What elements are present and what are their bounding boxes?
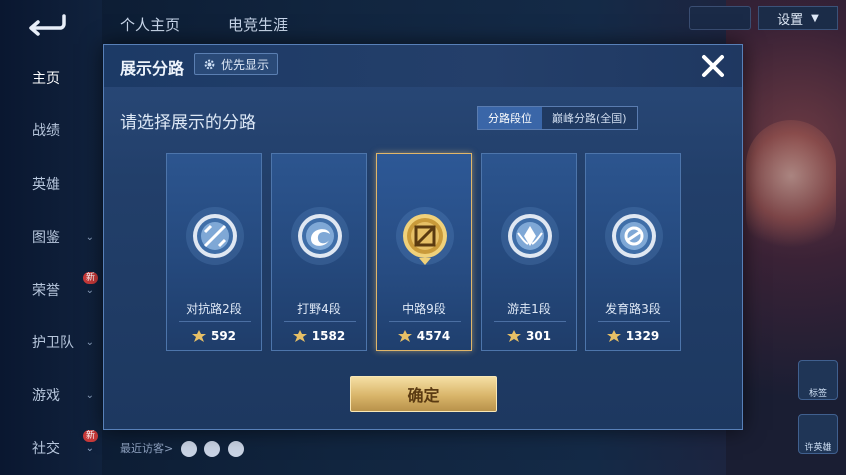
points-value: 592 [210,329,237,343]
divider [389,321,461,322]
farm-lane-emblem-icon [605,207,663,265]
right-button-tag[interactable]: 标签 [798,360,838,400]
lane-mode-switch: 分路段位 巅峰分路(全国) [477,106,638,130]
tab-profile[interactable]: 个人主页 [120,14,180,35]
avatar[interactable] [204,441,221,457]
avatar[interactable] [227,441,244,457]
lane-display-dialog: 展示分路 优先显示 请选择展示的分路 分路段位 巅峰分路(全国) 对抗路2段 59… [103,44,743,430]
points-icon [506,330,521,342]
right-button-hero[interactable]: 许英雄 [798,414,838,454]
gear-icon [204,59,215,69]
dialog-prompt: 请选择展示的分路 [120,113,256,133]
divider [284,321,356,322]
priority-display-button[interactable]: 优先显示 [194,53,279,75]
sidebar-item[interactable]: 游戏 ⌄ [0,375,102,415]
points-value: 1329 [625,329,660,343]
lane-name: 对抗路2段 [186,302,242,316]
lane-points: 301 [482,329,576,343]
sidebar-item[interactable]: 社交 ⌄ 新 [0,428,102,468]
points-icon [397,330,412,342]
lane-name: 中路9段 [402,302,446,316]
sidebar-item-label: 社交 [32,441,60,457]
lane-points: 592 [167,329,261,343]
back-arrow-icon[interactable] [24,12,70,36]
chevron-down-icon: ⌄ [85,231,94,243]
right-button-label: 标签 [808,389,827,399]
sidebar-item[interactable]: 护卫队 ⌄ [0,322,102,362]
confirm-button[interactable]: 确定 [350,376,497,412]
chevron-down-icon: ⌄ [85,284,94,296]
roam-emblem-icon [501,207,559,265]
divider [494,321,566,322]
clash-lane-emblem-icon [186,207,244,265]
jungle-emblem-icon [291,207,349,265]
lane-card[interactable]: 发育路3段 1329 [585,153,681,351]
divider [598,321,670,322]
points-value: 301 [525,329,552,343]
points-value: 4574 [416,329,451,343]
sidebar-item[interactable]: 英雄 [0,164,102,204]
right-button-label: 许英雄 [804,443,832,453]
lane-card[interactable]: 中路9段 4574 [376,153,472,351]
tab-peak-lane[interactable]: 巅峰分路(全国) [542,107,637,129]
divider [179,321,251,322]
sidebar-item-label: 图鉴 [32,230,60,246]
tab-esports[interactable]: 电竞生涯 [228,14,288,35]
recent-visitors[interactable]: 最近访客> [120,440,244,457]
new-badge: 新 [82,430,98,442]
chevron-down-icon: ▼ [811,12,819,24]
sidebar-item-label: 护卫队 [32,335,74,351]
lane-name: 发育路3段 [605,302,661,316]
tab-lane-rank[interactable]: 分路段位 [478,107,542,129]
points-icon [191,330,206,342]
dialog-title: 展示分路 [120,59,185,78]
avatar[interactable] [180,441,197,457]
sidebar-item[interactable]: 战绩 [0,110,102,150]
recent-visitors-label: 最近访客> [120,442,174,455]
lane-points: 4574 [377,329,471,343]
sidebar-item-label: 英雄 [32,177,60,193]
lane-points: 1329 [586,329,680,343]
chevron-down-icon: ⌄ [85,442,94,454]
lane-name: 打野4段 [297,302,341,316]
priority-label: 优先显示 [221,57,270,72]
points-value: 1582 [311,329,346,343]
chevron-down-icon: ⌄ [85,389,94,401]
chevron-down-icon: ⌄ [85,336,94,348]
settings-button[interactable]: 设置 ▼ [758,6,838,30]
new-badge: 新 [82,272,98,284]
close-icon[interactable] [698,51,728,81]
lane-card[interactable]: 打野4段 1582 [271,153,367,351]
sidebar-item[interactable]: 图鉴 ⌄ [0,217,102,257]
lane-name: 游走1段 [507,302,551,316]
sidebar-item[interactable]: 主页 [0,58,102,98]
points-icon [606,330,621,342]
lane-card-list: 对抗路2段 592 打野4段 1582 中路9段 4574 游走1段 301 发育路3段 1329 [166,153,682,351]
sidebar: 主页 战绩 英雄 图鉴 ⌄ 荣誉 ⌄ 新护卫队 ⌄ 游戏 ⌄ 社交 ⌄ 新 [0,0,102,475]
mid-lane-emblem-icon [396,207,454,265]
sidebar-item-label: 荣誉 [32,283,60,299]
sidebar-item-label: 主页 [32,71,60,87]
settings-label: 设置 [777,12,804,28]
lane-card[interactable]: 游走1段 301 [481,153,577,351]
sidebar-item-label: 战绩 [32,123,60,139]
lane-card[interactable]: 对抗路2段 592 [166,153,262,351]
points-icon [292,330,307,342]
sidebar-item-label: 游戏 [32,388,60,404]
sidebar-item[interactable]: 荣誉 ⌄ 新 [0,270,102,310]
hero-art-figure [746,120,836,260]
vip-badge[interactable] [689,6,751,30]
lane-points: 1582 [272,329,366,343]
